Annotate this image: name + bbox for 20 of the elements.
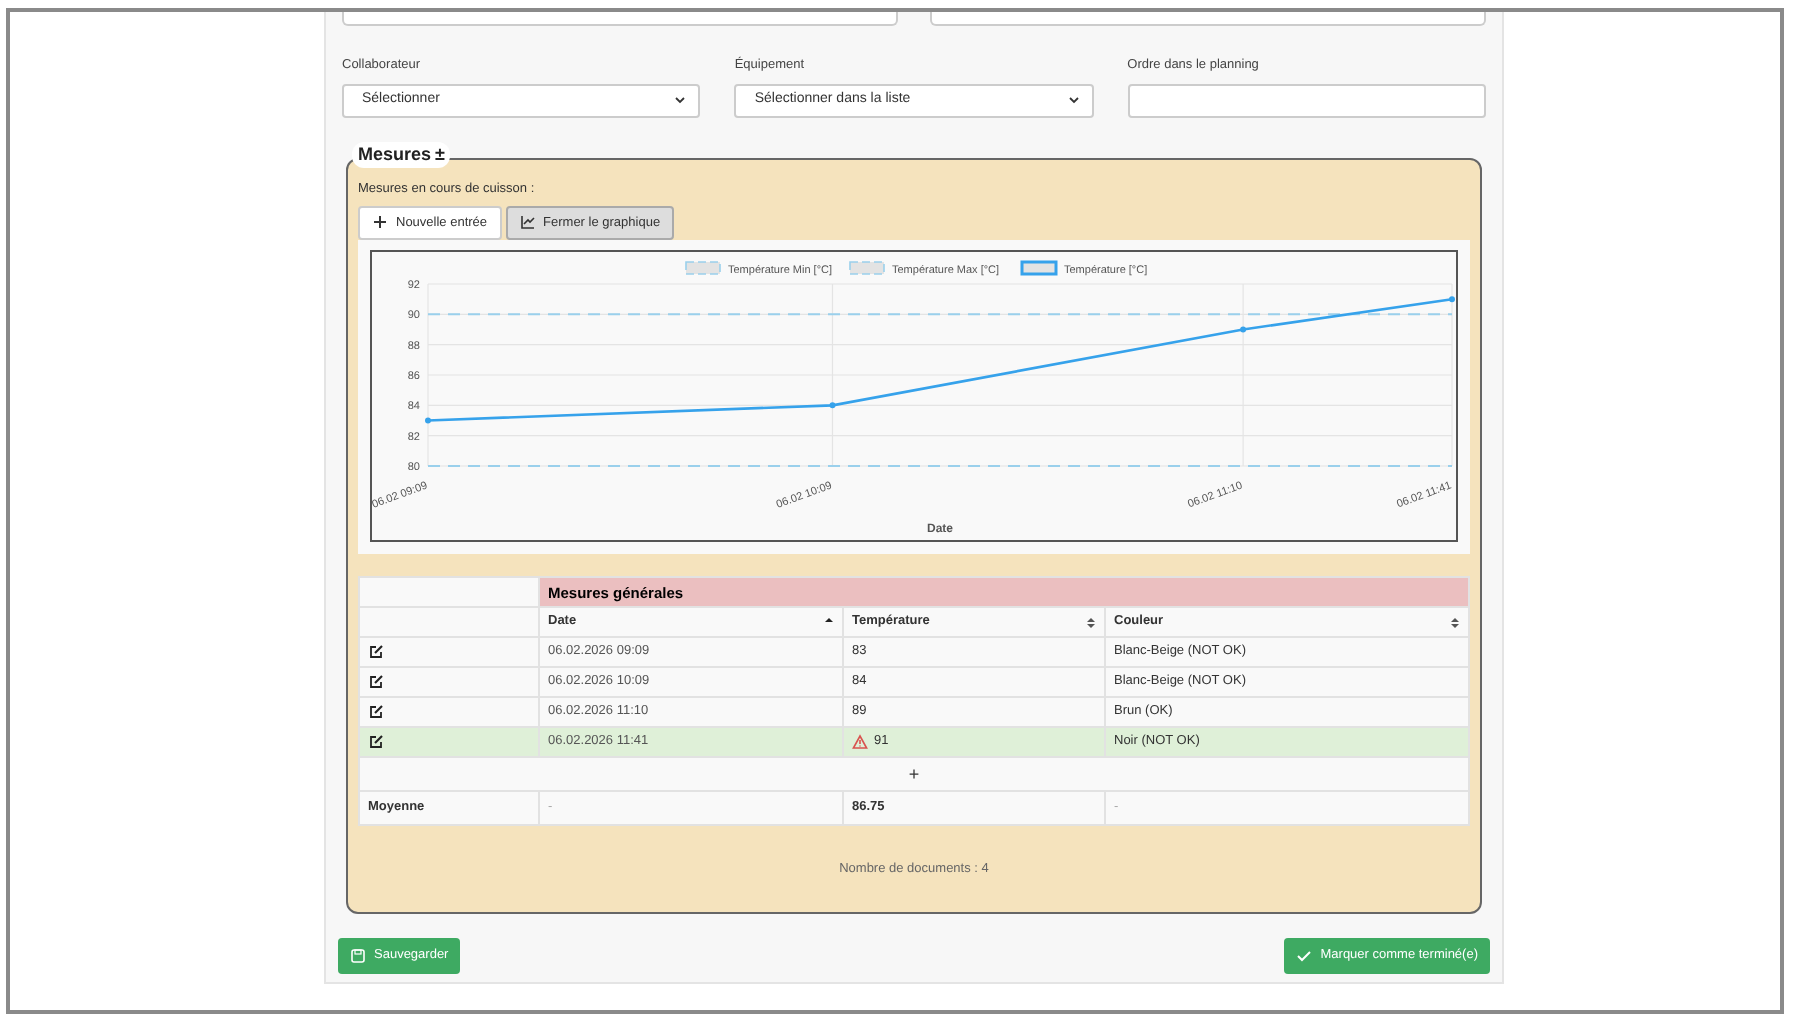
edit-icon[interactable] <box>368 703 384 720</box>
input-field[interactable] <box>342 12 898 26</box>
edit-icon[interactable] <box>368 673 384 690</box>
caret-down-icon <box>1065 92 1082 109</box>
edit-icon[interactable] <box>368 733 384 750</box>
section-title: Mesures <box>358 141 432 168</box>
input-field[interactable] <box>1127 83 1486 118</box>
add-row-button[interactable]: + <box>908 763 920 783</box>
caret-down-icon <box>672 92 689 109</box>
toggle-icon[interactable]: ± <box>435 141 445 169</box>
warning-icon <box>852 734 868 751</box>
data-point <box>1449 296 1455 303</box>
line-chart-icon <box>519 214 536 231</box>
data-point <box>1240 327 1247 333</box>
input-field[interactable] <box>930 12 1486 26</box>
edit-icon[interactable] <box>368 643 384 660</box>
data-point <box>425 418 431 424</box>
checkmark-icon <box>1296 947 1313 964</box>
data-point <box>829 402 836 409</box>
plus-icon <box>372 214 388 231</box>
